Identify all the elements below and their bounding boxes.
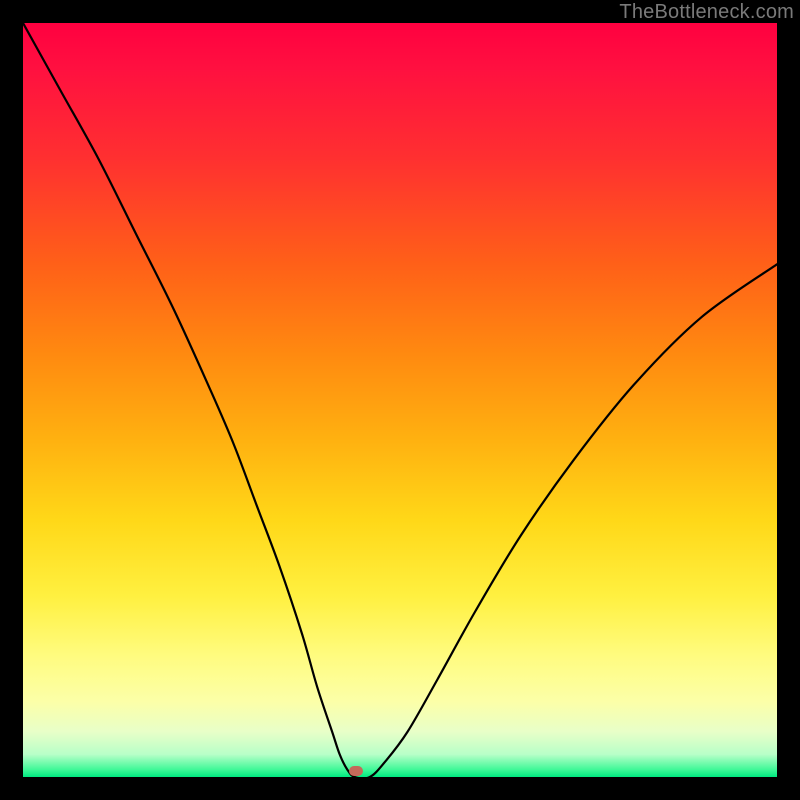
watermark-text: TheBottleneck.com: [619, 1, 794, 24]
bottleneck-curve: [23, 23, 777, 777]
chart-frame: TheBottleneck.com: [0, 0, 800, 800]
plot-area: [23, 23, 777, 777]
optimum-marker: [349, 766, 363, 776]
curve-path: [23, 23, 777, 777]
